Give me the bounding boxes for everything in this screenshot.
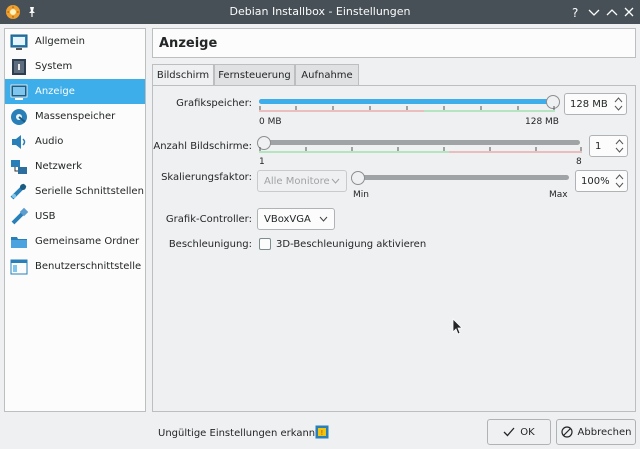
minimize-icon[interactable] [586, 4, 602, 20]
usb-icon [9, 207, 29, 227]
3d-acceleration-checkbox[interactable] [259, 238, 271, 250]
sidebar-item-benutzerschnittstelle[interactable]: Benutzerschnittstelle [5, 254, 145, 279]
sidebar-item-label: Gemeinsame Ordner [35, 236, 140, 247]
sidebar-item-label: Netzwerk [35, 161, 83, 172]
scale-factor-value: 100% [581, 176, 610, 187]
tab-panel-bildschirm: Grafikspeicher: 0 MB 128 MB 128 MB Anzah… [152, 85, 636, 412]
video-memory-label: Grafikspeicher: [176, 98, 252, 109]
sidebar-item-label: Anzeige [35, 86, 75, 97]
checkmark-icon [503, 427, 515, 437]
chevron-down-icon [319, 216, 328, 222]
video-memory-spinbox[interactable]: 128 MB [564, 93, 627, 115]
system-icon [9, 57, 29, 77]
spin-arrows-icon[interactable] [615, 138, 624, 154]
monitor-count-min-label: 1 [259, 157, 265, 167]
scale-factor-min-label: Min [353, 190, 369, 200]
acceleration-label: Beschleunigung: [168, 239, 252, 250]
maximize-icon[interactable] [604, 4, 620, 20]
sidebar-item-usb[interactable]: USB [5, 204, 145, 229]
video-memory-value: 128 MB [570, 99, 608, 110]
close-icon[interactable] [621, 4, 637, 20]
scale-factor-slider-groove [353, 175, 569, 180]
settings-category-list: Allgemein System Anzeige Massenspeicher … [4, 28, 146, 412]
sidebar-item-serielle-schnittstellen[interactable]: Serielle Schnittstellen [5, 179, 145, 204]
sidebar-item-system[interactable]: System [5, 54, 145, 79]
monitor-count-value: 1 [595, 141, 602, 152]
tab-bildschirm[interactable]: Bildschirm [152, 64, 214, 87]
serial-port-icon [9, 182, 29, 202]
title-bar: Debian Installbox - Einstellungen ? [0, 0, 640, 24]
sidebar-item-label: Serielle Schnittstellen [35, 186, 144, 197]
sidebar-item-label: Massenspeicher [35, 111, 116, 122]
video-memory-min-label: 0 MB [259, 117, 282, 127]
help-icon[interactable]: ? [568, 4, 584, 20]
shared-folder-icon [9, 232, 29, 252]
storage-icon [9, 107, 29, 127]
monitor-count-slider-groove [259, 140, 580, 145]
sidebar-item-netzwerk[interactable]: Netzwerk [5, 154, 145, 179]
scale-factor-spinbox[interactable]: 100% [575, 170, 628, 192]
sidebar-item-label: Audio [35, 136, 64, 147]
sidebar-item-massenspeicher[interactable]: Massenspeicher [5, 104, 145, 129]
scale-monitor-combo[interactable]: Alle Monitore [257, 170, 347, 192]
sidebar-item-label: Allgemein [35, 36, 85, 47]
video-memory-ticks [259, 106, 555, 112]
user-interface-icon [9, 257, 29, 277]
audio-icon [9, 132, 29, 152]
scale-monitor-combo-value: Alle Monitore [264, 176, 330, 187]
monitor-count-spinbox[interactable]: 1 [589, 135, 628, 157]
3d-acceleration-checkbox-label[interactable]: 3D-Beschleunigung aktivieren [276, 239, 426, 250]
cancel-button-label: Abbrechen [577, 426, 632, 438]
sidebar-item-audio[interactable]: Audio [5, 129, 145, 154]
warning-icon[interactable]: ! [315, 425, 329, 439]
graphics-controller-label: Grafik-Controller: [165, 214, 252, 225]
sidebar-item-label: System [35, 61, 73, 72]
video-memory-max-label: 128 MB [525, 117, 559, 127]
chevron-down-icon [331, 178, 340, 184]
network-icon [9, 157, 29, 177]
sidebar-item-anzeige[interactable]: Anzeige [5, 79, 145, 104]
ok-button[interactable]: OK [487, 419, 551, 445]
svg-text:!: ! [321, 429, 324, 437]
monitor-count-max-label: 8 [576, 157, 582, 167]
cancel-button[interactable]: Abbrechen [556, 419, 636, 445]
scale-factor-max-label: Max [549, 190, 568, 200]
graphics-controller-combo[interactable]: VBoxVGA [257, 208, 335, 230]
svg-text:?: ? [572, 6, 578, 20]
ok-button-label: OK [520, 426, 535, 438]
cancel-icon [560, 426, 573, 438]
sidebar-item-label: Benutzerschnittstelle [35, 261, 142, 272]
sidebar-item-label: USB [35, 211, 56, 222]
spin-arrows-icon[interactable] [614, 96, 623, 112]
general-icon [9, 32, 29, 52]
status-message: Ungültige Einstellungen erkannt [158, 428, 320, 439]
monitor-count-label: Anzahl Bildschirme: [153, 141, 252, 152]
spin-arrows-icon[interactable] [615, 173, 624, 189]
sidebar-item-gemeinsame-ordner[interactable]: Gemeinsame Ordner [5, 229, 145, 254]
tab-fernsteuerung[interactable]: Fernsteuerung [214, 64, 295, 86]
tab-aufnahme[interactable]: Aufnahme [295, 64, 359, 86]
video-memory-slider-fill [259, 99, 553, 104]
monitor-count-ticks [259, 147, 582, 153]
window-title: Debian Installbox - Einstellungen [229, 5, 411, 18]
mouse-pointer-icon [452, 318, 463, 335]
settings-page: Anzeige Bildschirm Fernsteuerung Aufnahm… [152, 28, 636, 412]
scale-factor-label: Skalierungsfaktor: [161, 172, 252, 183]
display-icon [9, 82, 29, 102]
graphics-controller-value: VBoxVGA [264, 214, 311, 225]
page-title: Anzeige [152, 28, 636, 58]
sidebar-item-allgemein[interactable]: Allgemein [5, 29, 145, 54]
scale-factor-slider-handle[interactable] [351, 171, 365, 185]
